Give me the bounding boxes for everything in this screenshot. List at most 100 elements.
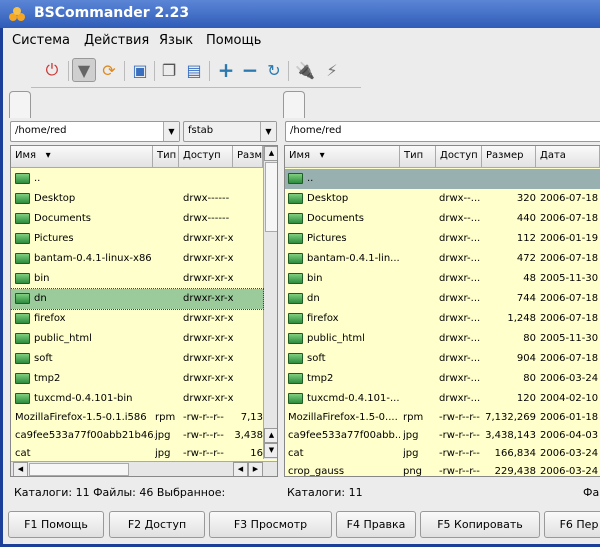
file-row[interactable]: Desktop drwx------ [11, 189, 263, 209]
file-row[interactable]: dn drwxr-xr-x [11, 288, 264, 310]
column-date[interactable]: Дата [536, 146, 600, 168]
right-path-combo[interactable]: /home/red [285, 121, 600, 142]
fkey-button-3[interactable]: F3 Просмотр [209, 511, 332, 538]
file-row[interactable]: public_html drwxr-... 80 2005-11-30 [285, 329, 600, 349]
file-row[interactable]: tuxcmd-0.4.101-... drwxr-... 120 2004-02-10 [285, 389, 600, 409]
menu-actions[interactable]: Действия [84, 33, 149, 48]
file-row[interactable]: .. [11, 169, 263, 189]
scroll-left-icon[interactable]: ◀ [233, 462, 248, 476]
column-type[interactable]: Тип [153, 146, 179, 168]
column-size[interactable]: Размер [482, 146, 536, 168]
date-text: 2006-07-18 [540, 313, 599, 324]
size-text: 80 [523, 373, 536, 384]
name-text: MozillaFirefox-1.5-0.1.i586 [15, 412, 147, 423]
file-row[interactable]: bin drwxr-xr-x [11, 269, 263, 289]
connect-icon[interactable]: 🔌 [293, 58, 317, 82]
cell-access: drwxr-... [439, 369, 483, 389]
file-row[interactable]: tmp2 drwxr-xr-x [11, 369, 263, 389]
cell-name: tmp2 [15, 369, 155, 389]
name-text: Documents [34, 213, 92, 224]
left-filter-combo[interactable]: fstab ▼ [183, 121, 277, 142]
file-row[interactable]: MozillaFirefox-1.5-0.... rpm -rw-r--r-- 7,1… [285, 409, 600, 427]
file-row[interactable]: crop_gauss png -rw-r--r-- 229,438 2006-03-24 [285, 463, 600, 476]
fkey-button-6[interactable]: F6 Пер [544, 511, 600, 538]
size-text: 472 [516, 253, 536, 264]
column-type[interactable]: Тип [400, 146, 436, 168]
file-row[interactable]: MozillaFirefox-1.5-0.1.i586 rpm -rw-r--r--… [11, 409, 263, 427]
right-file-panel[interactable]: Имя ▾ Тип Доступ Размер Дата .. Desktop dr… [284, 145, 600, 477]
column-access[interactable]: Доступ [179, 146, 233, 168]
cell-size: 120 [482, 389, 536, 409]
file-row[interactable]: firefox drwxr-xr-x [11, 309, 263, 329]
right-tab[interactable] [283, 91, 305, 118]
access-text: -rw-r--r-- [439, 430, 480, 441]
quit-icon[interactable]: ⏻ [40, 58, 64, 82]
scroll-down-icon[interactable]: ▼ [264, 443, 277, 458]
column-access[interactable]: Доступ [436, 146, 482, 168]
file-row[interactable]: tmp2 drwxr-... 80 2006-03-24 [285, 369, 600, 389]
copy-icon[interactable]: ❐ [157, 58, 181, 82]
fkey-button-2[interactable]: F2 Доступ [109, 511, 205, 538]
menu-help[interactable]: Помощь [206, 33, 261, 48]
file-row[interactable]: soft drwxr-xr-x [11, 349, 263, 369]
file-row[interactable]: .. [285, 169, 600, 189]
file-row[interactable]: Documents drwx--... 440 2006-07-18 [285, 209, 600, 229]
file-row[interactable]: Documents drwx------ [11, 209, 263, 229]
refresh-icon[interactable]: ↻ [262, 58, 286, 82]
fkey-button-5[interactable]: F5 Копировать [420, 511, 540, 538]
select-plus-icon[interactable]: + [214, 58, 238, 82]
compare-icon[interactable]: ▤ [182, 58, 206, 82]
cell-name: tuxcmd-0.4.101-... [288, 389, 400, 409]
left-path-combo[interactable]: /home/red ▼ [10, 121, 180, 142]
folder-icon [288, 312, 303, 324]
select-minus-icon[interactable]: − [238, 58, 262, 82]
scroll-right-icon[interactable]: ▶ [248, 462, 263, 476]
file-row[interactable]: Desktop drwx--... 320 2006-07-18 [285, 189, 600, 209]
cell-name: bantam-0.4.1-linux-x86 [15, 249, 155, 269]
file-row[interactable]: ca9fee533a77f00abb... jpg -rw-r--r-- 3,438,… [285, 427, 600, 445]
file-row[interactable]: Pictures drwxr-xr-x [11, 229, 263, 249]
scroll-up-icon[interactable]: ▲ [264, 146, 277, 161]
scroll-up-icon[interactable]: ▲ [264, 428, 277, 443]
menu-language[interactable]: Язык [159, 33, 193, 48]
chevron-down-icon[interactable]: ▼ [260, 122, 276, 141]
left-vertical-scrollbar[interactable]: ▲ ▲ ▼ [263, 146, 277, 459]
menu-system[interactable]: Система [12, 33, 70, 48]
column-name[interactable]: Имя ▾ [285, 146, 400, 168]
size-text: 7,132,269 [485, 412, 536, 423]
scroll-left-icon[interactable]: ◀ [13, 462, 28, 476]
cell-date: 2006-03-24 [540, 445, 600, 463]
left-file-panel[interactable]: Имя ▾ Тип Доступ Размер ▲ ▲ ▼ ◀ ◀ ▶ .. De… [10, 145, 278, 477]
name-text: tuxcmd-0.4.101-bin [34, 393, 133, 404]
column-name[interactable]: Имя ▾ [11, 146, 153, 168]
sync-icon[interactable]: ⟳ [97, 58, 121, 82]
file-row[interactable]: public_html drwxr-xr-x [11, 329, 263, 349]
access-text: drwx--... [439, 213, 481, 224]
fkey-button-4[interactable]: F4 Правка [336, 511, 416, 538]
file-row[interactable]: bin drwxr-... 48 2005-11-30 [285, 269, 600, 289]
file-row[interactable]: firefox drwxr-... 1,248 2006-07-18 [285, 309, 600, 329]
column-size[interactable]: Размер [233, 146, 263, 168]
file-row[interactable]: ca9fee533a77f00abb21b46... jpg -rw-r--r-- 3… [11, 427, 263, 445]
left-horizontal-scrollbar[interactable]: ◀ ◀ ▶ [11, 461, 277, 476]
cell-access: -rw-r--r-- [183, 445, 235, 463]
disconnect-icon[interactable]: ⚡ [320, 58, 344, 82]
file-row[interactable]: dn drwxr-... 744 2006-07-18 [285, 289, 600, 309]
file-row[interactable]: soft drwxr-... 904 2006-07-18 [285, 349, 600, 369]
chevron-down-icon[interactable]: ▼ [163, 122, 179, 141]
file-row[interactable]: Pictures drwxr-... 112 2006-01-19 [285, 229, 600, 249]
file-row[interactable]: cat jpg -rw-r--r-- 166,834 2006-03-24 [285, 445, 600, 463]
fkey-button-1[interactable]: F1 Помощь [8, 511, 104, 538]
scroll-thumb[interactable] [29, 463, 129, 476]
file-row[interactable]: bantam-0.4.1-lin... drwxr-... 472 2006-07-1… [285, 249, 600, 269]
name-text: ca9fee533a77f00abb21b46... [15, 430, 155, 441]
filter-icon[interactable]: ▼ [72, 58, 96, 82]
left-tab[interactable] [9, 91, 31, 118]
folder-icon [15, 192, 30, 204]
file-row[interactable]: tuxcmd-0.4.101-bin drwxr-xr-x [11, 389, 263, 409]
access-text: drwxr-xr-x [183, 313, 234, 324]
file-row[interactable]: bantam-0.4.1-linux-x86 drwxr-xr-x [11, 249, 263, 269]
scroll-thumb[interactable] [265, 162, 277, 232]
panel-icon[interactable]: ▣ [128, 58, 152, 82]
file-row[interactable]: cat jpg -rw-r--r-- 16 [11, 445, 263, 463]
